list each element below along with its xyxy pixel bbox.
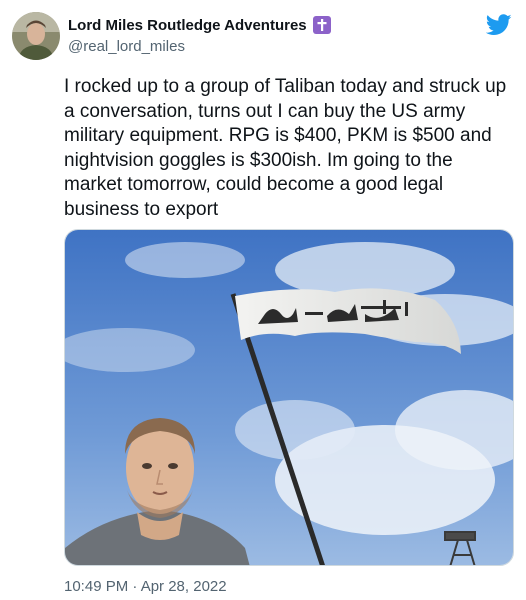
author-display-name[interactable]: Lord Miles Routledge Adventures (68, 17, 307, 34)
avatar[interactable] (12, 12, 60, 60)
photo-flag-selfie (65, 230, 513, 565)
twitter-bird-icon[interactable] (485, 14, 512, 36)
author-handle[interactable]: @real_lord_miles (68, 38, 185, 55)
tweet-timestamp[interactable]: 10:49 PM · Apr 28, 2022 (64, 578, 227, 595)
author-name-row: Lord Miles Routledge Adventures (68, 16, 331, 34)
tweet-photo[interactable] (64, 229, 514, 566)
latin-cross-icon (312, 16, 331, 34)
tweet-text: I rocked up to a group of Taliban today … (64, 76, 507, 220)
tweet-card: Lord Miles Routledge Adventures @real_lo… (0, 0, 526, 600)
